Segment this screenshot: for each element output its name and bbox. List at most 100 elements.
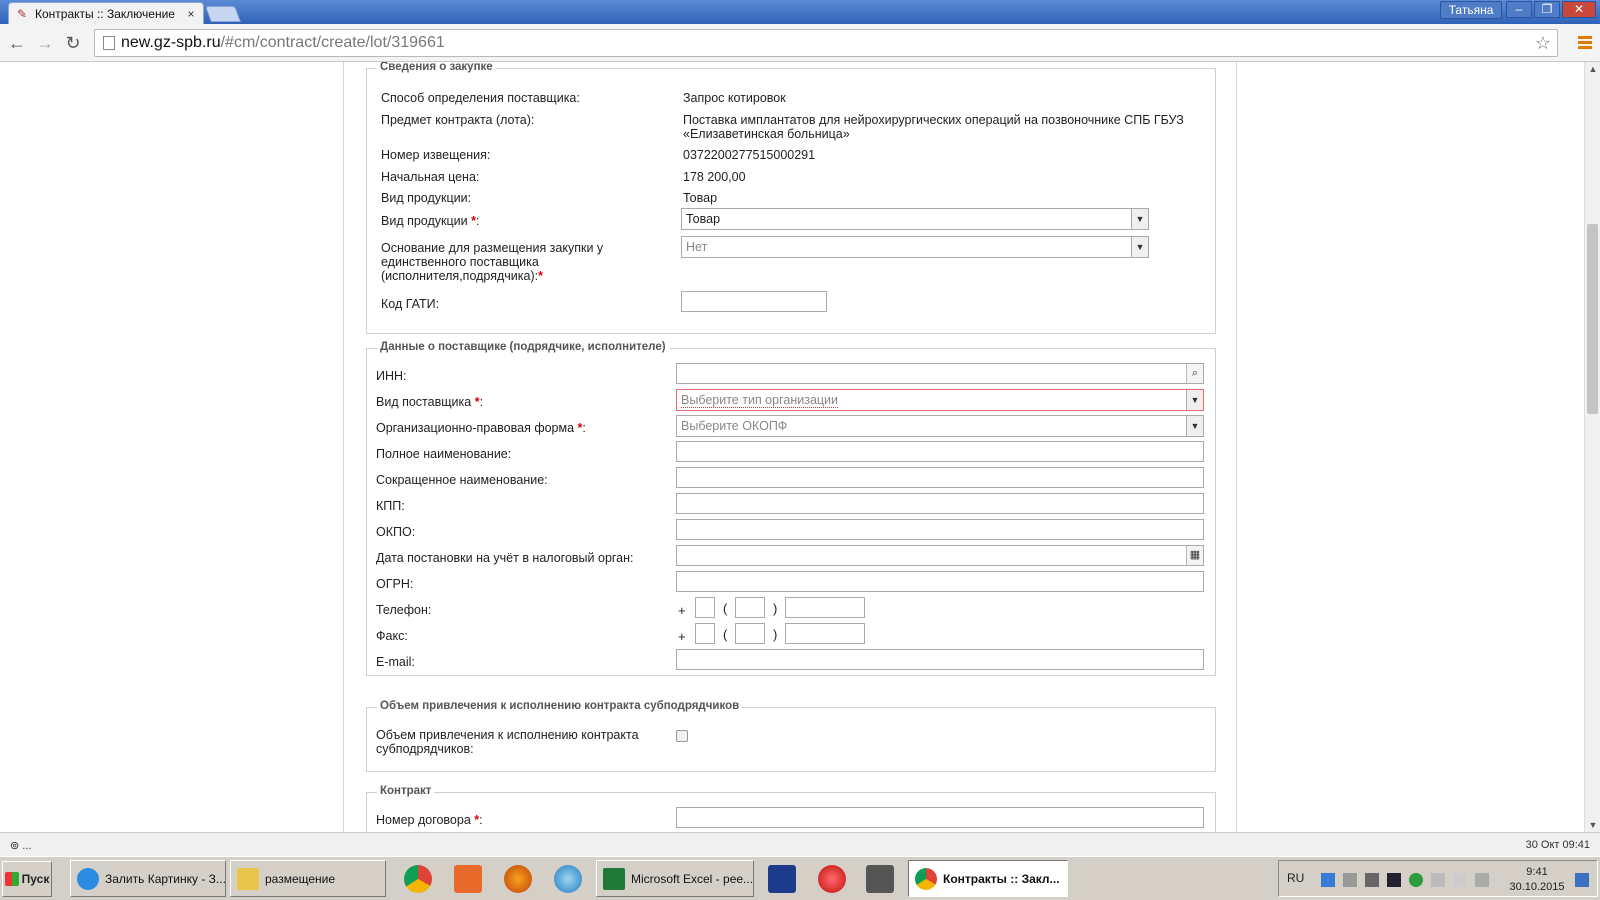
url-path: /#cm/contract/create/lot/319661 <box>220 34 445 51</box>
speaker-icon[interactable] <box>1431 873 1445 887</box>
subcontract-checkbox[interactable] <box>676 730 688 742</box>
purchase-legend: Сведения о закупке <box>377 62 496 73</box>
price-value: 178 200,00 <box>683 170 746 184</box>
basis-select[interactable]: Нет ▼ <box>681 236 1149 258</box>
clock[interactable]: 9:41 30.10.2015 <box>1507 865 1567 895</box>
browser-tab-active[interactable]: ✎ Контракты :: Заключение × <box>8 2 204 24</box>
chrome-icon <box>915 867 937 890</box>
kpp-label: КПП: <box>376 499 405 513</box>
contract-number-input[interactable] <box>676 807 1204 828</box>
chevron-down-icon[interactable]: ▼ <box>1131 209 1148 229</box>
show-desktop-icon[interactable] <box>1575 873 1589 887</box>
taskbar-item-excel[interactable]: Microsoft Excel - рее... <box>596 860 754 897</box>
start-label: Пуск <box>21 872 50 886</box>
close-tab-icon[interactable]: × <box>185 7 197 21</box>
inn-label: ИНН: <box>376 369 407 383</box>
close-window-button[interactable]: ✕ <box>1562 1 1596 18</box>
contract-fieldset: Контракт Номер договора *: <box>366 785 1216 832</box>
phone-code-input[interactable] <box>735 597 765 618</box>
start-button[interactable]: Пуск <box>2 861 52 897</box>
chevron-down-icon[interactable]: ▼ <box>1186 416 1203 436</box>
basis-label-line1: Основание для размещения закупки у <box>381 241 604 255</box>
forward-arrow-icon[interactable]: → <box>34 32 56 54</box>
chevron-down-icon[interactable]: ▼ <box>1186 390 1203 410</box>
clock-time: 9:41 <box>1526 866 1548 878</box>
skype-like-icon[interactable] <box>554 865 582 893</box>
excel-icon <box>603 867 625 890</box>
subcontract-label-line2: субподрядчиков: <box>376 742 474 756</box>
supplier-kind-select[interactable]: Выберите тип организации ▼ <box>676 389 1204 411</box>
battery-icon[interactable] <box>1475 873 1489 887</box>
scroll-up-icon[interactable]: ▲ <box>1588 64 1598 74</box>
basis-label-line3: (исполнителя,подрядчика):* <box>381 269 543 283</box>
clock-date: 30.10.2015 <box>1509 881 1565 893</box>
gati-input[interactable] <box>681 291 827 312</box>
new-tab-button[interactable] <box>205 6 241 22</box>
url-host: new.gz-spb.ru <box>121 34 221 51</box>
product-type-value: Товар <box>683 191 718 205</box>
phone-rparen: ) <box>773 601 778 616</box>
fax-rparen: ) <box>773 627 778 642</box>
okpo-label: ОКПО: <box>376 525 416 539</box>
network-icon[interactable] <box>1343 873 1357 887</box>
security-icon[interactable] <box>1409 873 1423 887</box>
flag-icon[interactable] <box>1453 873 1467 887</box>
firefox-icon[interactable] <box>504 865 532 893</box>
full-name-input[interactable] <box>676 441 1204 462</box>
search-icon[interactable]: ⌕ <box>1186 364 1203 383</box>
taskbar-item-ie[interactable]: Залить Картинку - З... <box>70 860 226 897</box>
restore-button[interactable]: ❐ <box>1534 1 1560 18</box>
volume-icon[interactable] <box>1365 873 1379 887</box>
fax-number-input[interactable] <box>785 623 865 644</box>
puzzle-app-icon[interactable] <box>454 865 482 893</box>
calendar-icon[interactable]: ▦ <box>1186 546 1203 565</box>
product-type-select-value: Товар <box>686 212 721 226</box>
language-indicator[interactable]: RU <box>1287 871 1304 885</box>
vertical-scrollbar[interactable]: ▲ ▼ <box>1584 62 1600 832</box>
tab-title: Контракты :: Заключение <box>35 6 175 21</box>
ogrn-input[interactable] <box>676 571 1204 592</box>
fax-country-input[interactable] <box>695 623 715 644</box>
phone-number-input[interactable] <box>785 597 865 618</box>
editor-icon[interactable] <box>768 865 796 893</box>
windows-logo-icon <box>4 872 19 886</box>
chrome-icon[interactable] <box>404 865 432 893</box>
email-input[interactable] <box>676 649 1204 670</box>
menu-icon[interactable] <box>1578 36 1592 50</box>
phone-country-input[interactable] <box>695 597 715 618</box>
tray-app-icon[interactable] <box>1321 873 1335 887</box>
fax-code-input[interactable] <box>735 623 765 644</box>
short-name-input[interactable] <box>676 467 1204 488</box>
scroll-thumb[interactable] <box>1587 224 1598 414</box>
address-bar[interactable]: new.gz-spb.ru /#cm/contract/create/lot/3… <box>94 29 1558 57</box>
opera-icon[interactable] <box>818 865 846 893</box>
ogrn-label: ОГРН: <box>376 577 414 591</box>
status-loading: ⊚ ... <box>10 840 32 852</box>
tax-date-input[interactable]: ▦ <box>676 545 1204 566</box>
back-arrow-icon[interactable]: ← <box>6 32 28 54</box>
chevron-down-icon[interactable]: ▼ <box>1131 237 1148 257</box>
taskbar-item-folder[interactable]: размещение <box>230 860 386 897</box>
star-icon[interactable]: ☆ <box>1535 33 1551 54</box>
reload-icon[interactable]: ↻ <box>62 32 84 54</box>
inn-input[interactable]: ⌕ <box>676 363 1204 384</box>
notice-value: 0372200277515000291 <box>683 148 816 162</box>
page-icon <box>103 36 115 50</box>
kpp-input[interactable] <box>676 493 1204 514</box>
scroll-down-icon[interactable]: ▼ <box>1588 820 1598 830</box>
okpo-input[interactable] <box>676 519 1204 540</box>
fax-label: Факс: <box>376 629 408 643</box>
purchase-fieldset: Сведения о закупке Способ определения по… <box>366 62 1216 334</box>
task-label: Залить Картинку - З... <box>105 871 226 886</box>
user-badge[interactable]: Татьяна <box>1440 1 1502 19</box>
taskbar-item-chrome[interactable]: Контракты :: Закл... <box>908 860 1068 897</box>
supplier-legend: Данные о поставщике (подрядчике, исполни… <box>377 341 669 353</box>
system-tray: RU 9:41 30.10.2015 <box>1278 860 1598 897</box>
title-bar: ✎ Контракты :: Заключение × Татьяна – ❐ … <box>0 0 1600 24</box>
org-form-select[interactable]: Выберите ОКОПФ ▼ <box>676 415 1204 437</box>
monitor-icon[interactable] <box>1387 873 1401 887</box>
minimize-button[interactable]: – <box>1506 1 1532 18</box>
product-type-select[interactable]: Товар ▼ <box>681 208 1149 230</box>
camera-icon[interactable] <box>866 865 894 893</box>
phone-lparen: ( <box>723 601 728 616</box>
